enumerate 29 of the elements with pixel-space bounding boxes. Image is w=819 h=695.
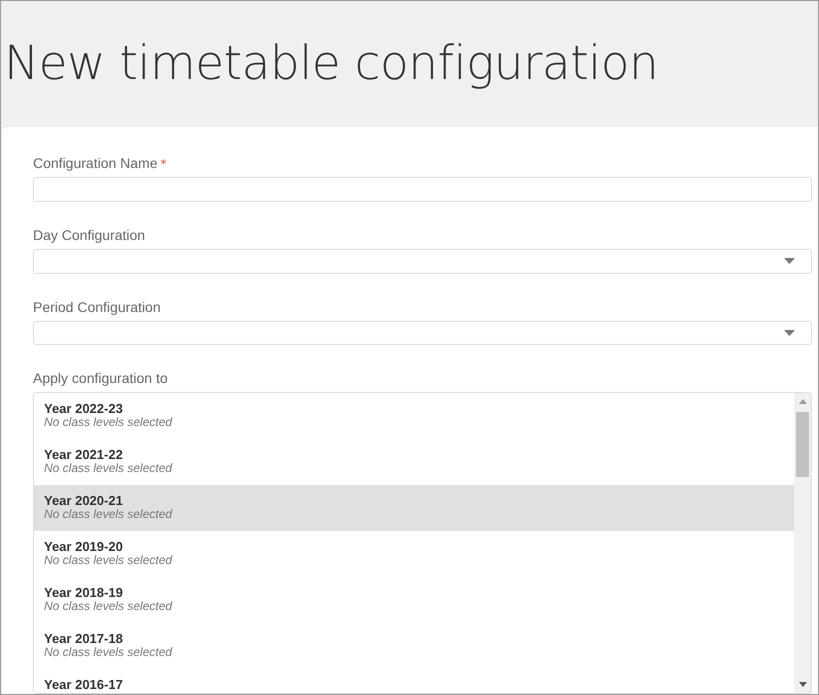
year-title: Year 2021-22 [44,447,124,462]
year-subtitle: No class levels selected [44,416,174,429]
year-subtitle: No class levels selected [44,554,174,567]
scroll-up-icon[interactable] [798,399,806,404]
year-subtitle: No class levels selected [44,646,174,659]
period-configuration-dropdown[interactable] [33,320,812,345]
field-label: Apply configuration to [33,370,168,386]
year-subtitle: No class levels selected [44,462,174,475]
field-label: Configuration Name [33,155,158,171]
year-subtitle: No class levels selected [44,600,174,613]
year-subtitle: No class levels selected [44,508,174,521]
scrollbar[interactable] [794,393,811,693]
year-list-item[interactable]: Year 2020-21 No class levels selected [34,485,794,531]
caret-down-icon [784,330,795,336]
configuration-name-field[interactable] [33,177,812,202]
year-title: Year 2017-18 [44,631,124,646]
field-label: Day Configuration [33,227,146,244]
scroll-down-icon[interactable] [798,682,806,687]
day-configuration-dropdown[interactable] [33,249,812,274]
year-title: Year 2016-17 [44,677,124,692]
year-title: Year 2019-20 [44,539,124,554]
year-title: Year 2022-23 [44,401,124,416]
required-mark: * [160,157,167,171]
field-label: Period Configuration [33,298,161,315]
year-title: Year 2020-21 [44,493,124,508]
scrollbar-thumb[interactable] [796,412,809,477]
year-title: Year 2018-19 [44,585,124,600]
caret-down-icon [784,258,795,264]
page-title: New timetable configuration [4,36,658,90]
